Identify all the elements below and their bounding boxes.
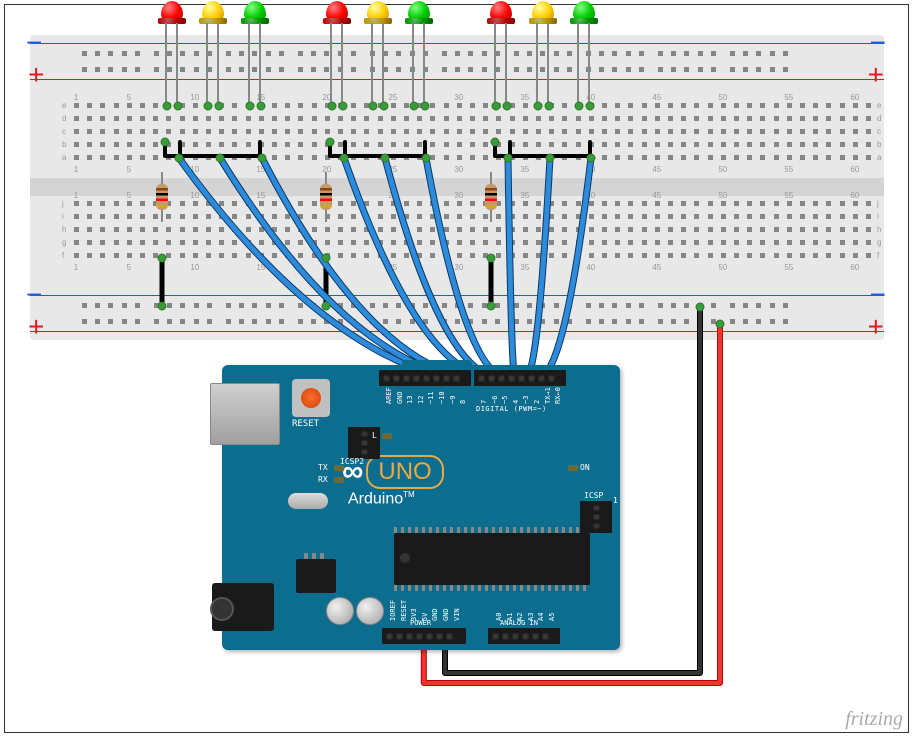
chip-pin1-dot [400,553,410,563]
resistor-2 [485,172,499,222]
rail-plus-label-r: + [868,59,884,91]
capacitor-2 [356,597,384,625]
rx-led [334,477,344,483]
uno-badge: UNO [366,455,443,489]
rail-top-neg [30,43,884,44]
header-power [382,628,466,644]
rx-label: RX [318,475,328,484]
usb-port [210,383,280,445]
icsp-label: ICSP [584,491,603,500]
led-r-6 [490,1,512,23]
led-y-1 [202,1,224,23]
led-r-0 [161,1,183,23]
arduino-notch [402,360,472,365]
rail-minus-label-br: − [870,279,886,311]
rail-plus-label-b: + [28,311,44,343]
l-label: L [372,431,377,440]
rail-minus-label: − [26,27,42,59]
rail-bot-neg [30,295,884,296]
rail-top-pos [30,79,884,80]
arduino-board: RESET ∞ UNO ArduinoTM DIGITAL (PWM=~) AR… [222,365,620,650]
resistor-1 [320,172,334,222]
icsp-header [580,501,612,533]
on-led [568,465,578,471]
led-y-4 [367,1,389,23]
capacitor-1 [326,597,354,625]
resistor-0 [156,172,170,222]
header-digital-low [474,370,566,386]
power-jack [212,583,274,631]
reset-label: RESET [292,419,319,429]
led-y-7 [532,1,554,23]
tx-led [334,465,344,471]
diagram-canvas: − + − + − + − + 111155551010101015151515… [0,0,915,739]
atmega-chip [394,533,590,585]
crystal [288,493,328,509]
l-led [382,433,392,439]
header-digital-high [379,370,471,386]
on-label: ON [580,463,590,472]
led-g-5 [408,1,430,23]
led-r-3 [326,1,348,23]
rail-minus-label-r: − [870,27,886,59]
rail-bot-pos [30,331,884,332]
arduino-text: ArduinoTM [348,490,415,508]
digital-label: DIGITAL (PWM=~) [476,405,547,413]
fritzing-watermark: fritzing [845,708,903,731]
reset-button[interactable] [292,379,330,417]
header-analog [488,628,560,644]
voltage-regulator [296,559,336,593]
rail-plus-label: + [28,59,44,91]
tx-label: TX [318,463,328,472]
rail-minus-label-b: − [26,279,42,311]
icsp-pin1: 1 [613,496,618,505]
rail-plus-label-br: + [868,311,884,343]
led-g-8 [573,1,595,23]
led-g-2 [244,1,266,23]
